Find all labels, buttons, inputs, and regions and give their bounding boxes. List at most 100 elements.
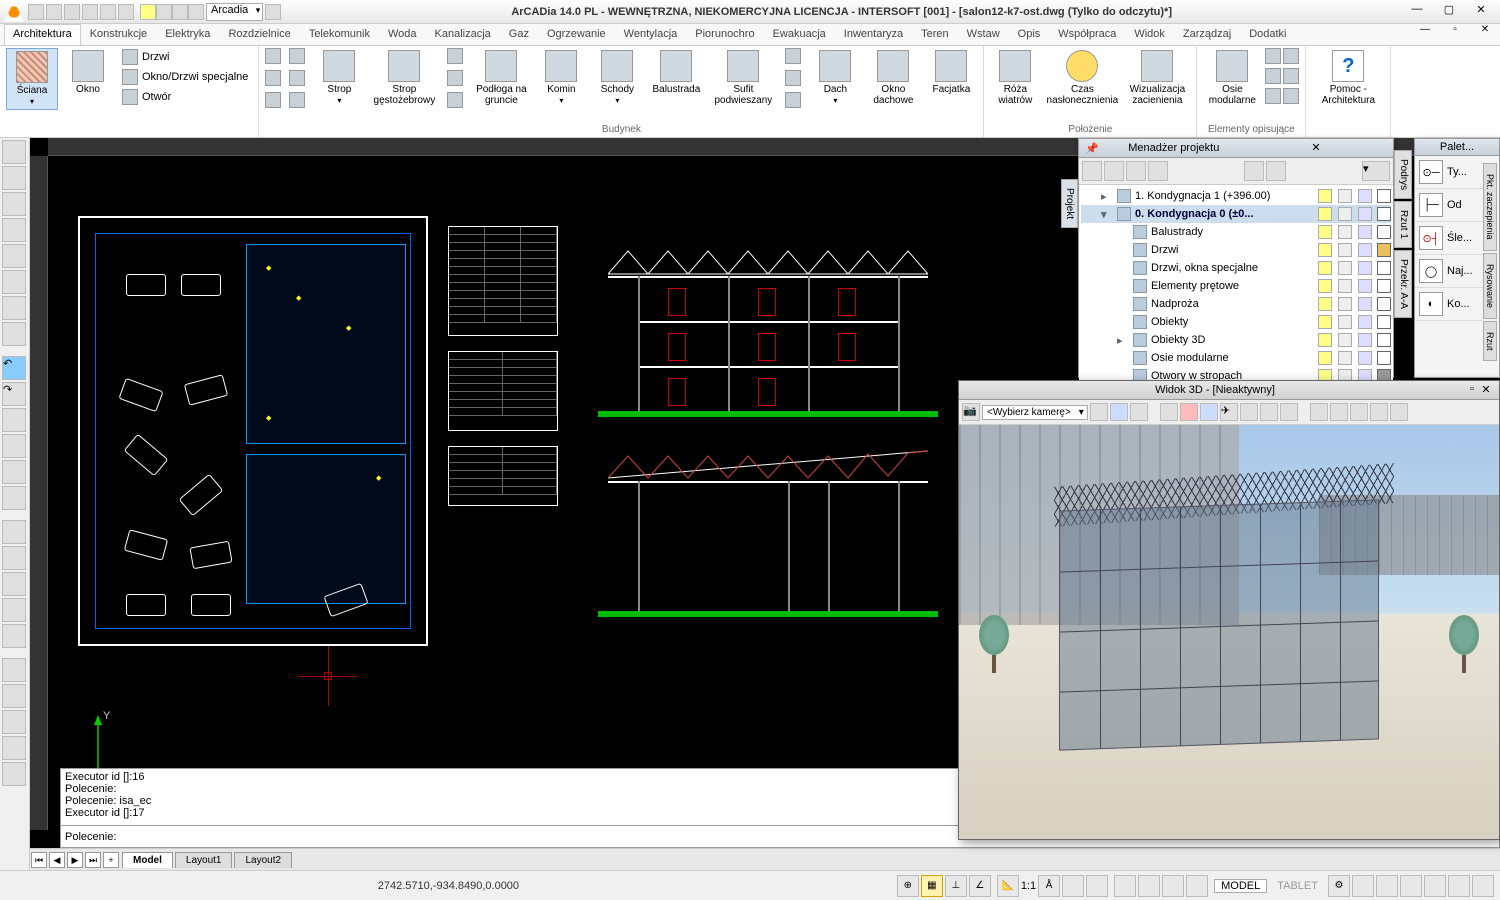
- tool-d2[interactable]: [2, 546, 26, 570]
- pm-lock-icon[interactable]: [1338, 315, 1352, 329]
- status-c1[interactable]: [1114, 875, 1136, 897]
- pm-expand-icon[interactable]: ▾: [1101, 208, 1113, 221]
- pm-visibility-icon[interactable]: [1318, 315, 1332, 329]
- tool-zoom[interactable]: [2, 408, 26, 432]
- el-s1-icon[interactable]: [1265, 48, 1281, 64]
- tab-wstaw[interactable]: Wstaw: [958, 24, 1009, 45]
- podloga-button[interactable]: Podłoga na gruncie: [471, 48, 531, 108]
- qat-open-icon[interactable]: [46, 4, 62, 20]
- pm-titlebar[interactable]: 📌 Menadżer projektu ✕: [1079, 139, 1393, 158]
- status-model[interactable]: MODEL: [1214, 879, 1267, 893]
- v3d-t14[interactable]: [1370, 403, 1388, 421]
- tool-4[interactable]: [2, 218, 26, 242]
- tool-e3[interactable]: [2, 710, 26, 734]
- pm-visibility-icon[interactable]: [1318, 225, 1332, 239]
- tool-8[interactable]: [2, 322, 26, 346]
- pm-tree-item[interactable]: Drzwi, okna specjalne: [1081, 259, 1391, 277]
- osie-button[interactable]: Osie modularne: [1203, 48, 1261, 108]
- tab-layout1[interactable]: Layout1: [175, 852, 233, 868]
- pm-visibility-icon[interactable]: [1318, 351, 1332, 365]
- pm-tool-4[interactable]: [1148, 161, 1168, 181]
- status-d5[interactable]: [1448, 875, 1470, 897]
- tab-piorunochro[interactable]: Piorunochro: [686, 24, 763, 45]
- tool-d4[interactable]: [2, 598, 26, 622]
- pal-item-5[interactable]: ◐Ko...: [1415, 288, 1483, 321]
- tab-inwentaryza[interactable]: Inwentaryza: [835, 24, 912, 45]
- status-c4[interactable]: [1186, 875, 1208, 897]
- v3d-t10[interactable]: [1280, 403, 1298, 421]
- tool-extents[interactable]: [2, 460, 26, 484]
- pm-visibility-icon[interactable]: [1318, 261, 1332, 275]
- status-snap[interactable]: ⊕: [897, 875, 919, 897]
- pm-print-icon[interactable]: [1358, 225, 1372, 239]
- pm-lock-icon[interactable]: [1338, 261, 1352, 275]
- view3d-viewport[interactable]: [959, 425, 1499, 839]
- pm-color-swatch[interactable]: [1377, 297, 1391, 311]
- qat-new-icon[interactable]: [28, 4, 44, 20]
- palette-titlebar[interactable]: Palet...: [1415, 139, 1499, 156]
- pm-tree-item[interactable]: ▸Obiekty 3D: [1081, 331, 1391, 349]
- v3d-t1[interactable]: [1090, 403, 1108, 421]
- pm-lock-icon[interactable]: [1338, 333, 1352, 347]
- pm-color-swatch[interactable]: [1377, 225, 1391, 239]
- tool-undo[interactable]: ↶: [2, 356, 26, 380]
- tool-5[interactable]: [2, 244, 26, 268]
- pm-lock-icon[interactable]: [1338, 225, 1352, 239]
- stropg-button[interactable]: Strop gęstożebrowy: [369, 48, 439, 108]
- palette-panel[interactable]: Palet... ⊙─Ty... ├─Od ⊙┤Śle... ◯Naj... ◐…: [1414, 138, 1500, 378]
- tab-wentylacja[interactable]: Wentylacja: [615, 24, 687, 45]
- next-tab-button[interactable]: ▶: [67, 852, 83, 868]
- tab-widok[interactable]: Widok: [1125, 24, 1174, 45]
- pm-color-swatch[interactable]: [1377, 243, 1391, 257]
- v3d-camera-icon[interactable]: 📷: [962, 403, 980, 421]
- roof-s1-icon[interactable]: [785, 48, 801, 64]
- pm-print-icon[interactable]: [1358, 243, 1372, 257]
- v3d-t9[interactable]: [1260, 403, 1278, 421]
- view3d-close-button[interactable]: ✕: [1479, 383, 1493, 397]
- v3d-t8[interactable]: [1240, 403, 1258, 421]
- maximize-button[interactable]: ▢: [1434, 3, 1464, 21]
- pm-print-icon[interactable]: [1358, 315, 1372, 329]
- slab-small-icon[interactable]: [265, 48, 281, 64]
- pm-filter[interactable]: ▾: [1362, 161, 1390, 181]
- pal-tab-2[interactable]: Rysowanie: [1483, 253, 1497, 319]
- pm-visibility-icon[interactable]: [1318, 297, 1332, 311]
- pm-tool-5[interactable]: [1244, 161, 1264, 181]
- pm-print-icon[interactable]: [1358, 351, 1372, 365]
- tool-e1[interactable]: [2, 658, 26, 682]
- close-button[interactable]: ✕: [1466, 3, 1496, 21]
- doc-minimize-button[interactable]: —: [1410, 24, 1440, 42]
- slab-small4-icon[interactable]: [289, 48, 305, 64]
- v3d-t11[interactable]: [1310, 403, 1328, 421]
- pal-item-1[interactable]: ⊙─Ty...: [1415, 156, 1483, 189]
- project-manager-panel[interactable]: 📌 Menadżer projektu ✕ Projekt ▾ ▸1. Kond…: [1078, 138, 1394, 378]
- pm-color-swatch[interactable]: [1377, 261, 1391, 275]
- pm-color-swatch[interactable]: [1377, 315, 1391, 329]
- pm-tool-3[interactable]: [1126, 161, 1146, 181]
- pomoc-button[interactable]: ?Pomoc - Architektura: [1312, 48, 1384, 108]
- pm-print-icon[interactable]: [1358, 297, 1372, 311]
- el-s3-icon[interactable]: [1265, 68, 1281, 84]
- v3d-camera-combo[interactable]: <Wybierz kamerę>: [982, 405, 1088, 420]
- pm-tree-item[interactable]: ▸1. Kondygnacja 1 (+396.00): [1081, 187, 1391, 205]
- pm-close-button[interactable]: ✕: [1245, 141, 1387, 155]
- tool-redo[interactable]: ↷: [2, 382, 26, 406]
- tool-pan[interactable]: [2, 434, 26, 458]
- komin-button[interactable]: Komin▾: [535, 48, 587, 108]
- tab-woda[interactable]: Woda: [379, 24, 426, 45]
- view3d-titlebar[interactable]: Widok 3D - [Nieaktywny] ▫ ✕: [959, 381, 1499, 400]
- el-s4-icon[interactable]: [1283, 68, 1299, 84]
- roof-s2-icon[interactable]: [785, 70, 801, 86]
- pm-print-icon[interactable]: [1358, 279, 1372, 293]
- status-d3[interactable]: [1400, 875, 1422, 897]
- tab-teren[interactable]: Teren: [912, 24, 958, 45]
- pal-tab-3[interactable]: Rzut: [1483, 321, 1497, 362]
- tool-d1[interactable]: [2, 520, 26, 544]
- pm-tree-item[interactable]: Balustrady: [1081, 223, 1391, 241]
- view3d-window[interactable]: Widok 3D - [Nieaktywny] ▫ ✕ 📷 <Wybierz k…: [958, 380, 1500, 840]
- tool-1[interactable]: [2, 140, 26, 164]
- el-s2-icon[interactable]: [1283, 48, 1299, 64]
- pm-tree-item[interactable]: Nadproża: [1081, 295, 1391, 313]
- pm-color-swatch[interactable]: [1377, 207, 1391, 221]
- tab-ewakuacja[interactable]: Ewakuacja: [764, 24, 835, 45]
